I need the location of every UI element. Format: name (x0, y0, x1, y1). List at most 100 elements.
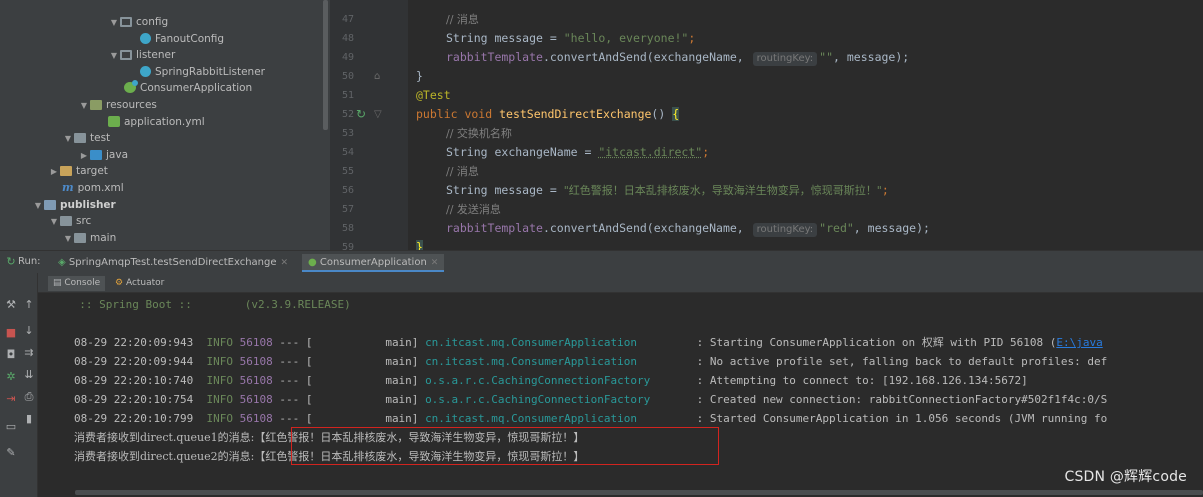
chevron-right-icon[interactable]: ▶ (48, 164, 60, 181)
class-icon (140, 65, 151, 77)
line-number: 52 (341, 109, 354, 120)
close-icon[interactable]: ✕ (431, 258, 439, 268)
spring-boot-class-icon (124, 80, 138, 94)
exit-icon[interactable]: ⇥ (4, 392, 18, 406)
code-line: // 发送消息 (446, 203, 501, 216)
tree-item-main[interactable]: ▼ main (0, 230, 330, 247)
clear-icon[interactable]: ▮ (22, 412, 36, 426)
pin-icon[interactable]: ✎ (4, 446, 18, 460)
tree-item-src[interactable]: ▼ src (0, 213, 330, 230)
chevron-down-icon[interactable]: ▼ (108, 15, 120, 32)
target-folder-icon (60, 166, 72, 177)
chevron-down-icon[interactable]: ▼ (48, 214, 60, 231)
maven-icon: m (62, 181, 74, 194)
run-test-icon[interactable]: ↻ (356, 105, 366, 124)
line-number: 55 (341, 166, 354, 177)
camera-icon[interactable]: ◘ (4, 348, 18, 362)
stop-icon[interactable]: ■ (4, 326, 18, 340)
soft-wrap-icon[interactable]: ⇉ (22, 346, 36, 360)
module-icon (44, 199, 56, 210)
code-line: // 消息 (446, 13, 479, 26)
line-number: 56 (341, 185, 354, 196)
code-line: rabbitTemplate.convertAndSend(exchangeNa… (446, 50, 910, 66)
fold-start-icon[interactable]: ▽ (374, 105, 382, 124)
package-icon (120, 17, 132, 27)
chevron-down-icon[interactable]: ▼ (108, 48, 120, 65)
code-line: String message = "红色警报！日本乱排核废水，导致海洋生物变异，… (446, 183, 889, 197)
tree-item-spring-rabbit-listener[interactable]: SpringRabbitListener (0, 64, 330, 81)
tree-item-publisher[interactable]: ▼ publisher (0, 197, 330, 214)
folder-icon (74, 133, 86, 144)
log-line: 08-29 22:20:10:740 INFO 56108 --- [ main… (74, 374, 1028, 387)
package-icon (120, 50, 132, 61)
line-number: 47 (341, 14, 354, 25)
chevron-down-icon[interactable]: ▼ (62, 231, 74, 248)
print-icon[interactable]: ⎙ (22, 390, 36, 404)
code-line: // 消息 (446, 165, 479, 178)
arrow-down-icon[interactable]: ↓ (22, 324, 36, 338)
tree-item-test[interactable]: ▼ test (0, 130, 330, 147)
folder-icon (60, 216, 72, 227)
run-tabs-bar: Run: ◈ SpringAmqpTest.testSendDirectExch… (0, 250, 1203, 273)
line-number: 54 (341, 147, 354, 158)
line-number: 51 (341, 90, 354, 101)
fold-end-icon[interactable]: ⌂ (374, 67, 380, 86)
code-line: rabbitTemplate.convertAndSend(exchangeNa… (446, 221, 930, 237)
run-label: Run: (18, 256, 41, 267)
actuator-icon: ⚙ (115, 278, 124, 288)
line-number: 49 (341, 52, 354, 63)
log-line: 08-29 22:20:10:754 INFO 56108 --- [ main… (74, 393, 1108, 406)
line-number: 58 (341, 223, 354, 234)
scroll-to-end-icon[interactable]: ⇊ (22, 368, 36, 382)
java-folder-icon (90, 149, 102, 160)
spring-boot-icon: ● (308, 257, 317, 268)
tree-item-listener[interactable]: ▼ listener (0, 47, 330, 64)
code-line: String message = "hello, everyone!"; (446, 31, 696, 45)
tree-item-fanout-config[interactable]: FanoutConfig (0, 31, 330, 48)
tree-item-java[interactable]: ▶ java (0, 147, 330, 164)
tree-item-pom-xml[interactable]: m pom.xml (0, 180, 330, 197)
close-icon[interactable]: ✕ (281, 258, 289, 268)
yaml-file-icon (108, 115, 120, 127)
tree-item-consumer-application[interactable]: ConsumerApplication (0, 80, 330, 97)
chevron-down-icon[interactable]: ▼ (78, 98, 90, 115)
code-line: } (416, 69, 423, 83)
spring-boot-banner: :: Spring Boot :: (v2.3.9.RELEASE) (66, 298, 351, 311)
code-line: String exchangeName = "itcast.direct"; (446, 145, 710, 159)
chevron-down-icon[interactable]: ▼ (32, 198, 44, 215)
tree-item-config[interactable]: ▼ config (0, 14, 330, 31)
code-line: public void testSendDirectExchange() { (416, 107, 680, 121)
parameter-hint: routingKey: (752, 52, 818, 66)
console-icon: ▤ (53, 278, 62, 288)
console-hscroll-thumb[interactable] (75, 490, 1203, 495)
tab-consumer-application[interactable]: ● ConsumerApplication ✕ (302, 254, 445, 272)
line-number: 57 (341, 204, 354, 215)
ide-window: ▼ config FanoutConfig ▼ listener SpringRab… (0, 0, 1203, 497)
chevron-right-icon[interactable]: ▶ (78, 148, 90, 165)
line-number: 53 (341, 128, 354, 139)
resources-folder-icon (90, 100, 102, 110)
debug-icon[interactable]: ✲ (4, 370, 18, 384)
wrench-icon[interactable]: ⚒ (4, 298, 18, 312)
tab-console[interactable]: ▤ Console (48, 276, 106, 291)
tree-scrollbar[interactable] (323, 0, 328, 130)
tab-spring-amqp-test[interactable]: ◈ SpringAmqpTest.testSendDirectExchange ✕ (52, 254, 294, 272)
line-number: 50 (341, 71, 354, 82)
tree-item-resources[interactable]: ▼ resources (0, 97, 330, 114)
project-tree: ▼ config FanoutConfig ▼ listener SpringRab… (0, 0, 330, 250)
folder-icon (74, 232, 86, 243)
rerun-icon[interactable]: ↻ (4, 255, 18, 269)
chevron-down-icon[interactable]: ▼ (62, 131, 74, 148)
code-line: @Test (416, 88, 451, 102)
file-link[interactable]: E:\java (1056, 336, 1102, 349)
watermark: CSDN @辉辉code (1064, 469, 1187, 485)
tree-item-application-yml[interactable]: application.yml (0, 114, 330, 131)
arrow-up-icon[interactable]: ↑ (22, 298, 36, 312)
layout-icon[interactable]: ▭ (4, 420, 18, 434)
tree-item-target[interactable]: ▶ target (0, 163, 330, 180)
parameter-hint: routingKey: (752, 223, 818, 237)
line-number: 48 (341, 33, 354, 44)
log-line: 08-29 22:20:09:943 INFO 56108 --- [ main… (74, 336, 1103, 349)
test-run-icon: ◈ (58, 257, 66, 268)
tab-actuator[interactable]: ⚙ Actuator (110, 276, 169, 291)
